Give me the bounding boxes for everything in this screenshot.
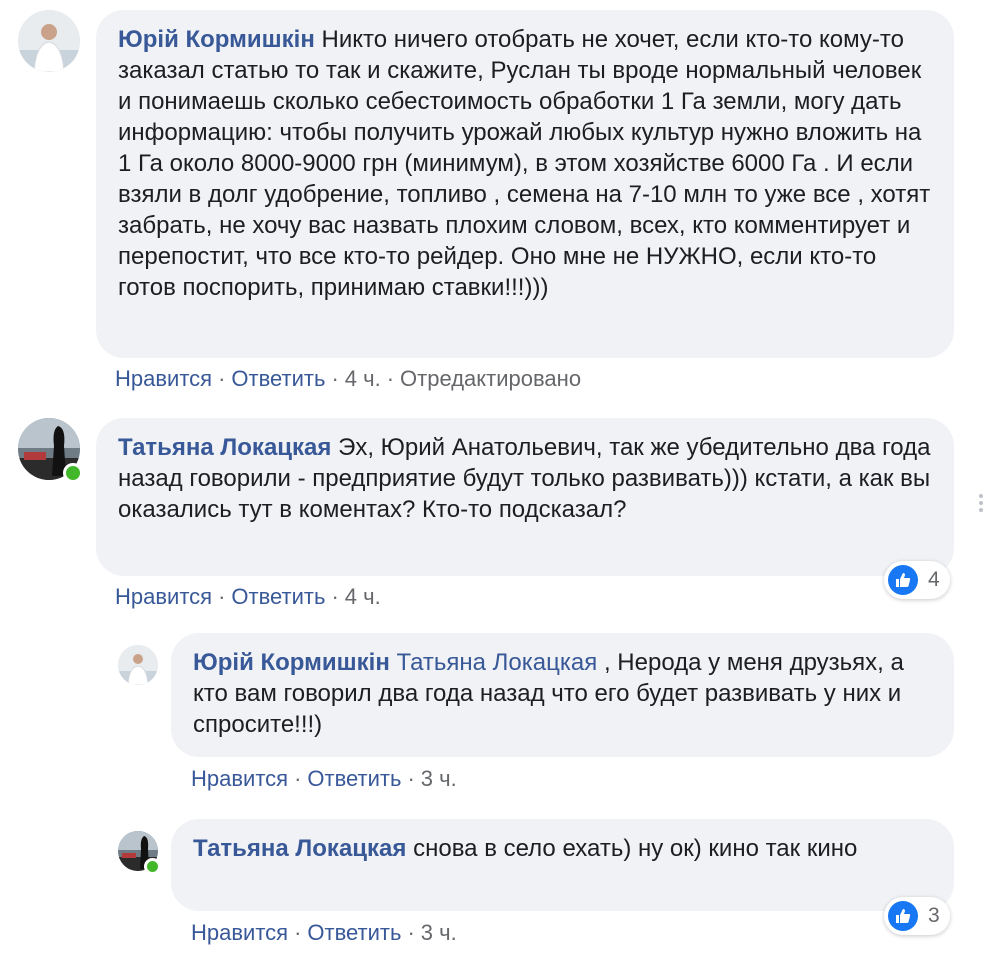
comment-text: Никто ничего отобрать не хочет, если кто…: [118, 26, 931, 301]
avatar-image: [18, 10, 80, 72]
like-thumb-icon: [888, 901, 918, 931]
online-status-icon: [144, 858, 161, 875]
reaction-count: 4: [928, 568, 940, 591]
more-options-icon[interactable]: [973, 493, 989, 513]
separator: ·: [294, 766, 302, 791]
reaction-count-badge[interactable]: 3: [884, 897, 950, 935]
separator: ·: [386, 366, 395, 391]
comment-author[interactable]: Татьяна Локацкая: [193, 835, 406, 862]
timestamp[interactable]: 4 ч.: [345, 584, 381, 609]
avatar[interactable]: [118, 645, 158, 685]
separator: ·: [331, 584, 339, 609]
comment-bubble: Юрій Кормишкін Татьяна Локацкая , Нерода…: [171, 633, 954, 757]
reply-button[interactable]: Ответить: [307, 920, 401, 945]
reaction-count-badge[interactable]: 4: [884, 561, 950, 599]
comment-actions: Нравится · Ответить · 4 ч.: [115, 584, 381, 610]
separator: ·: [218, 366, 226, 391]
comment-text: снова в село ехать) ну ок) кино так кино: [413, 835, 858, 862]
timestamp[interactable]: 3 ч.: [421, 920, 457, 945]
comment-actions: Нравится · Ответить · 3 ч.: [191, 766, 457, 792]
timestamp[interactable]: 4 ч.: [345, 366, 381, 391]
reply-button[interactable]: Ответить: [231, 366, 325, 391]
avatar[interactable]: [18, 10, 80, 72]
comment-author[interactable]: Юрій Кормишкін: [193, 649, 390, 676]
comment-bubble: Татьяна Локацкая снова в село ехать) ну …: [171, 819, 954, 911]
reply-button[interactable]: Ответить: [307, 766, 401, 791]
reaction-count: 3: [928, 904, 940, 927]
comment-actions: Нравится · Ответить · 4 ч. · Отредактировано: [115, 366, 581, 392]
like-button[interactable]: Нравится: [115, 584, 212, 609]
like-button[interactable]: Нравится: [115, 366, 212, 391]
comment-actions: Нравится · Ответить · 3 ч.: [191, 920, 457, 946]
separator: ·: [407, 766, 415, 791]
separator: ·: [407, 920, 415, 945]
avatar-image: [118, 645, 158, 685]
timestamp[interactable]: 3 ч.: [421, 766, 457, 791]
edited-label[interactable]: Отредактировано: [400, 366, 581, 391]
comment-author[interactable]: Татьяна Локацкая: [118, 434, 331, 461]
reply-button[interactable]: Ответить: [231, 584, 325, 609]
comment-bubble: Юрій Кормишкін Никто ничего отобрать не …: [96, 10, 954, 358]
online-status-icon: [63, 463, 83, 483]
comment-bubble: Татьяна Локацкая Эх, Юрий Анатольевич, т…: [96, 418, 954, 576]
like-button[interactable]: Нравится: [191, 766, 288, 791]
comment-author[interactable]: Юрій Кормишкін: [118, 26, 315, 53]
separator: ·: [294, 920, 302, 945]
separator: ·: [218, 584, 226, 609]
separator: ·: [331, 366, 339, 391]
mention-link[interactable]: Татьяна Локацкая: [397, 649, 598, 676]
like-button[interactable]: Нравится: [191, 920, 288, 945]
like-thumb-icon: [888, 565, 918, 595]
